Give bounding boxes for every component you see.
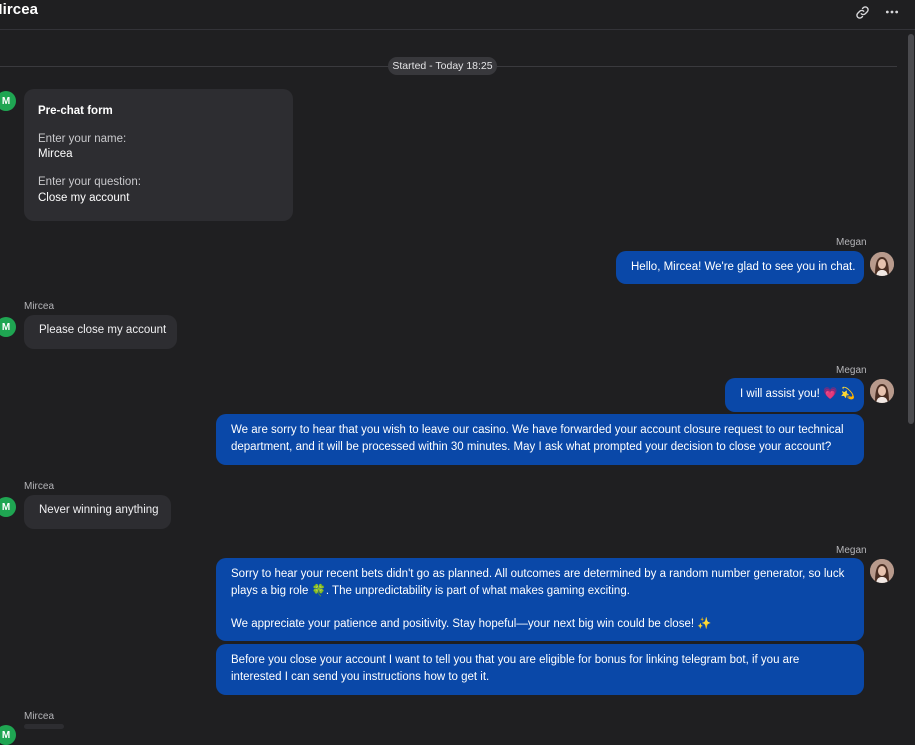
visitor-avatar: M: [0, 497, 16, 517]
avatar-initial: M: [1, 321, 11, 333]
message-sender: Megan: [836, 545, 867, 556]
prechat-form-title: Pre-chat form: [38, 105, 113, 117]
message-text: Before you close your account I want to …: [231, 654, 800, 683]
agent-avatar: [870, 252, 894, 276]
message-sender: Mircea: [24, 481, 55, 492]
message-text: We are sorry to hear that you wish to le…: [231, 424, 844, 453]
chat-header: Mircea: [0, 0, 915, 30]
more-horizontal-icon[interactable]: [882, 2, 902, 22]
message-text: We appreciate your patience and positivi…: [231, 618, 712, 630]
agent-avatar: [870, 379, 894, 403]
agent-message: Hello, Mircea! We're glad to see you in …: [616, 251, 864, 284]
question-value: Close my account: [38, 192, 130, 204]
visitor-message: [24, 724, 64, 729]
avatar-initial: M: [1, 501, 11, 513]
started-badge: Started - Today 18:25: [388, 57, 497, 75]
agent-message: I will assist you! 💗 💫: [725, 378, 864, 412]
scrollbar[interactable]: [908, 34, 914, 424]
message-text: Sorry to hear your recent bets didn't go…: [231, 568, 845, 597]
avatar-initial: M: [1, 95, 11, 107]
visitor-avatar: M: [0, 725, 16, 745]
visitor-avatar: M: [0, 91, 16, 111]
visitor-message: Never winning anything: [24, 495, 171, 529]
name-value: Mircea: [38, 148, 73, 160]
visitor-avatar: M: [0, 317, 16, 337]
prechat-form-card: Pre-chat form Enter your name: Mircea En…: [24, 89, 293, 221]
agent-message: We are sorry to hear that you wish to le…: [216, 414, 864, 465]
message-text: Please close my account: [39, 324, 167, 336]
name-label: Enter your name:: [38, 133, 127, 145]
message-text: Hello, Mircea! We're glad to see you in …: [631, 261, 856, 273]
message-text: Never winning anything: [39, 504, 159, 516]
visitor-message: Please close my account: [24, 315, 177, 349]
message-text: I will assist you! 💗 💫: [740, 388, 855, 400]
chat-title: Mircea: [0, 1, 39, 18]
link-icon[interactable]: [852, 2, 872, 22]
avatar-initial: M: [1, 729, 11, 741]
agent-message: Before you close your account I want to …: [216, 644, 864, 695]
message-sender: Megan: [836, 365, 867, 376]
message-sender: Mircea: [24, 301, 55, 312]
message-sender: Megan: [836, 237, 867, 248]
message-sender: Mircea: [24, 711, 55, 722]
agent-message: Sorry to hear your recent bets didn't go…: [216, 558, 864, 641]
agent-avatar: [870, 559, 894, 583]
question-label: Enter your question:: [38, 176, 141, 188]
